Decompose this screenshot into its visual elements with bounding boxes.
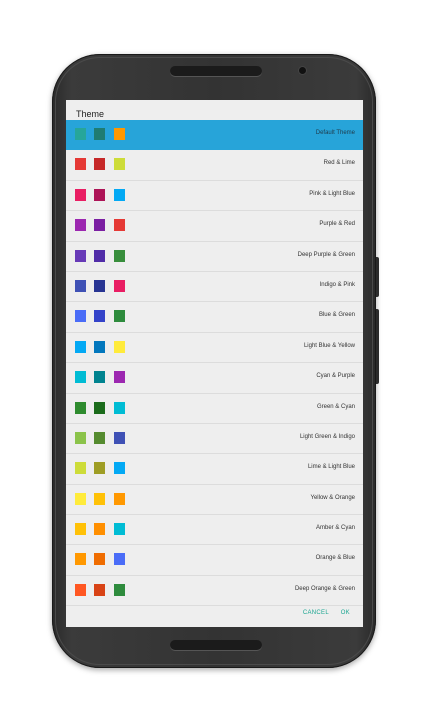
dialog-actions: CANCEL OK xyxy=(66,603,363,627)
color-swatch xyxy=(114,219,125,232)
color-swatch xyxy=(75,340,86,353)
color-swatch xyxy=(94,128,105,140)
theme-option-label: Lime & Light Blue xyxy=(307,464,355,471)
color-swatch xyxy=(75,310,86,323)
color-swatch xyxy=(94,431,105,444)
theme-option[interactable]: Deep Purple & Green xyxy=(66,242,363,272)
volume-rocker xyxy=(376,309,379,384)
theme-option[interactable]: Deep Orange & Green xyxy=(66,576,363,607)
theme-option-label: Default Theme xyxy=(315,130,355,136)
color-swatch xyxy=(75,492,86,505)
color-swatch xyxy=(114,340,125,353)
theme-option[interactable]: Yellow & Orange xyxy=(66,485,363,516)
color-swatch xyxy=(94,553,105,566)
color-swatch xyxy=(114,371,125,384)
color-swatch xyxy=(114,279,125,292)
color-swatch xyxy=(75,188,86,201)
theme-option[interactable]: Lime & Light Blue xyxy=(66,454,363,485)
color-swatch xyxy=(114,128,125,140)
dialog-title: Theme xyxy=(76,109,105,119)
theme-option[interactable]: Indigo & Pink xyxy=(66,272,363,303)
color-swatch xyxy=(75,128,86,140)
top-speaker-grille xyxy=(170,66,262,76)
theme-option[interactable]: Default Theme xyxy=(66,120,363,151)
color-swatch xyxy=(94,401,105,414)
color-swatch xyxy=(94,583,105,596)
theme-option-label: Red & Lime xyxy=(323,160,355,167)
theme-option-label: Green & Cyan xyxy=(316,403,355,410)
theme-option-label: Pink & Light Blue xyxy=(309,190,355,197)
theme-option[interactable]: Blue & Green xyxy=(66,302,363,333)
color-swatch xyxy=(75,371,86,384)
color-swatch xyxy=(114,553,125,566)
color-swatch xyxy=(94,249,105,262)
color-swatch xyxy=(114,249,125,262)
color-swatch xyxy=(114,492,125,505)
color-swatch xyxy=(75,431,86,444)
theme-option-label: Yellow & Orange xyxy=(310,494,355,501)
color-swatch xyxy=(75,523,86,536)
theme-option-label: Deep Purple & Green xyxy=(297,251,355,258)
color-swatch xyxy=(114,583,125,596)
theme-list: Default Theme Red & Lime Pink & Light Blue… xyxy=(66,120,363,607)
color-swatch xyxy=(94,492,105,505)
theme-option[interactable]: Cyan & Purple xyxy=(66,363,363,394)
color-swatch xyxy=(75,462,86,475)
theme-option[interactable]: Light Green & Indigo xyxy=(66,424,363,455)
theme-option-label: Blue & Green xyxy=(318,312,355,319)
color-swatch xyxy=(94,158,105,171)
color-swatch xyxy=(94,523,105,536)
cancel-button[interactable]: CANCEL xyxy=(303,610,329,616)
color-swatch xyxy=(75,219,86,232)
theme-option[interactable]: Green & Cyan xyxy=(66,394,363,424)
color-swatch xyxy=(114,158,125,171)
theme-option-label: Light Green & Indigo xyxy=(299,433,355,440)
bottom-speaker-grille xyxy=(170,640,262,650)
color-swatch xyxy=(75,583,86,596)
front-camera xyxy=(299,67,306,74)
color-swatch xyxy=(94,310,105,323)
theme-option-label: Orange & Blue xyxy=(315,555,355,562)
theme-option[interactable]: Purple & Red xyxy=(66,211,363,242)
color-swatch xyxy=(114,523,125,536)
color-swatch xyxy=(94,371,105,384)
color-swatch xyxy=(114,431,125,444)
theme-option[interactable]: Pink & Light Blue xyxy=(66,181,363,212)
theme-option[interactable]: Red & Lime xyxy=(66,150,363,181)
power-button xyxy=(376,257,379,297)
color-swatch xyxy=(114,188,125,201)
color-swatch xyxy=(94,340,105,353)
ok-button[interactable]: OK xyxy=(341,610,350,616)
theme-option-label: Amber & Cyan xyxy=(315,525,355,532)
color-swatch xyxy=(75,249,86,262)
color-swatch xyxy=(94,188,105,201)
theme-option[interactable]: Light Blue & Yellow xyxy=(66,333,363,364)
theme-option-label: Indigo & Pink xyxy=(319,281,355,288)
color-swatch xyxy=(75,401,86,414)
color-swatch xyxy=(114,310,125,323)
color-swatch xyxy=(114,401,125,414)
color-swatch xyxy=(75,158,86,171)
color-swatch xyxy=(94,219,105,232)
color-swatch xyxy=(75,279,86,292)
color-swatch xyxy=(94,462,105,475)
theme-option-label: Cyan & Purple xyxy=(316,373,355,380)
theme-option[interactable]: Orange & Blue xyxy=(66,545,363,576)
color-swatch xyxy=(75,553,86,566)
theme-option-label: Deep Orange & Green xyxy=(294,585,355,592)
theme-option-label: Purple & Red xyxy=(319,221,355,228)
color-swatch xyxy=(94,279,105,292)
theme-option-label: Light Blue & Yellow xyxy=(303,342,355,349)
color-swatch xyxy=(114,462,125,475)
theme-dialog: Theme Default Theme Red & Lime Pink & Ligh… xyxy=(66,100,363,627)
theme-option[interactable]: Amber & Cyan xyxy=(66,515,363,546)
